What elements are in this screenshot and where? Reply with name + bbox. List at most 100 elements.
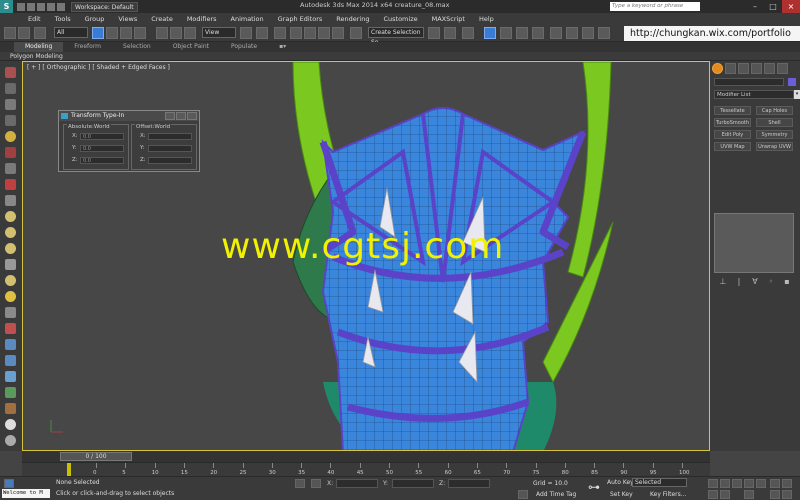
angle-snap-icon[interactable] xyxy=(304,27,316,39)
snap-toggle-icon[interactable] xyxy=(290,27,302,39)
graphite-toolbar-icon[interactable] xyxy=(484,27,496,39)
redo-icon[interactable] xyxy=(18,27,30,39)
tab-populate[interactable]: Populate xyxy=(220,42,268,52)
absolute-mode-icon[interactable] xyxy=(311,479,321,488)
set-key-button[interactable]: Set Key xyxy=(610,491,633,498)
key-selection-dropdown[interactable]: Selected xyxy=(632,478,687,487)
layer-icon[interactable] xyxy=(5,83,16,94)
geometry-icon[interactable] xyxy=(5,147,16,158)
previous-frame-icon[interactable] xyxy=(720,479,730,488)
next-frame-icon[interactable] xyxy=(744,479,754,488)
auto-key-button[interactable]: Auto Key xyxy=(607,479,634,486)
spinner-snap-icon[interactable] xyxy=(332,27,344,39)
menu-item-graph-editors[interactable]: Graph Editors xyxy=(278,15,323,23)
object-name-field[interactable] xyxy=(714,78,784,86)
redo-icon[interactable] xyxy=(57,2,65,11)
dialog-title-bar[interactable]: Transform Type-In xyxy=(59,111,199,121)
rectangular-selection-icon[interactable] xyxy=(120,27,132,39)
unwrap-uvw-button[interactable]: Unwrap UVW xyxy=(756,142,793,151)
go-to-start-icon[interactable] xyxy=(708,479,718,488)
modify-tab-icon[interactable] xyxy=(725,63,736,74)
dialog-close-button[interactable] xyxy=(187,112,197,120)
selection-filter-dropdown[interactable]: All xyxy=(54,27,88,38)
select-by-name-icon[interactable] xyxy=(106,27,118,39)
menu-item-tools[interactable]: Tools xyxy=(55,15,71,23)
tab-selection[interactable]: Selection xyxy=(112,42,162,52)
named-selection-icon[interactable] xyxy=(350,27,362,39)
menu-item-edit[interactable]: Edit xyxy=(28,15,41,23)
foliage-icon[interactable] xyxy=(5,387,16,398)
settings-icon[interactable] xyxy=(5,435,16,446)
display-tab-icon[interactable] xyxy=(764,63,775,74)
absolute-y-field[interactable]: 0.0 xyxy=(80,145,124,152)
search-input[interactable]: Type a keyword or phrase xyxy=(610,2,700,11)
coord-z-field[interactable] xyxy=(448,479,490,488)
tessellate-button[interactable]: Tessellate xyxy=(714,106,751,115)
undo-icon[interactable] xyxy=(47,2,55,11)
add-time-tag-button[interactable]: Add Time Tag xyxy=(536,491,576,498)
motion-tab-icon[interactable] xyxy=(751,63,762,74)
align-icon[interactable] xyxy=(444,27,456,39)
manipulate-icon[interactable] xyxy=(256,27,268,39)
offset-z-field[interactable] xyxy=(148,157,192,164)
move-icon[interactable] xyxy=(156,27,168,39)
cap-holes-button[interactable]: Cap Holes xyxy=(756,106,793,115)
reference-coordinate-dropdown[interactable]: View xyxy=(202,27,236,38)
minimize-button[interactable]: – xyxy=(746,0,764,13)
spacewarps-icon[interactable] xyxy=(5,195,16,206)
lock-selection-icon[interactable] xyxy=(295,479,305,488)
grid-icon[interactable] xyxy=(5,307,16,318)
scale-icon[interactable] xyxy=(184,27,196,39)
open-file-icon[interactable] xyxy=(27,2,35,11)
layer-manager-icon[interactable] xyxy=(462,27,474,39)
uvw-map-button[interactable]: UVW Map xyxy=(714,142,751,151)
named-selection-sets-dropdown[interactable]: Create Selection Se xyxy=(368,27,424,46)
sphere-icon[interactable] xyxy=(5,211,16,222)
create-tab-icon[interactable] xyxy=(712,63,723,74)
maxscript-mini-listener[interactable]: Welcome to M xyxy=(2,489,50,498)
current-frame-field[interactable] xyxy=(720,490,730,499)
menu-item-customize[interactable]: Customize xyxy=(383,15,417,23)
track-bar[interactable]: 0 5 10 15 20 25 30 35 40 45 50 55 60 65 70 75 80 85 90 95 10… xyxy=(22,462,710,477)
percent-snap-icon[interactable] xyxy=(318,27,330,39)
viewport-label[interactable]: [ + ] [ Orthographic ] [ Shaded + Edged … xyxy=(27,64,170,71)
symmetry-button[interactable]: Symmetry xyxy=(756,130,793,139)
keyboard-shortcut-icon[interactable] xyxy=(274,27,286,39)
chevron-down-icon[interactable]: ▾ xyxy=(794,90,800,99)
pin-stack-icon[interactable]: ⊥ xyxy=(718,277,728,287)
shell-button[interactable]: Shell xyxy=(756,118,793,127)
coord-y-field[interactable] xyxy=(392,479,434,488)
list-icon[interactable] xyxy=(5,115,16,126)
helpers-icon[interactable] xyxy=(5,179,16,190)
cylinder-icon[interactable] xyxy=(5,227,16,238)
window-crossing-icon[interactable] xyxy=(134,27,146,39)
bone-icon[interactable] xyxy=(5,323,16,334)
tab-freeform[interactable]: Freeform xyxy=(63,42,112,52)
utilities-tab-icon[interactable] xyxy=(777,63,788,74)
key-filters-button[interactable]: Key Filters... xyxy=(650,491,687,498)
material-editor-icon[interactable] xyxy=(532,27,544,39)
ball-icon[interactable] xyxy=(5,419,16,430)
dynamics-icon[interactable] xyxy=(5,403,16,414)
workspace-selector[interactable]: Workspace: Default xyxy=(71,1,138,12)
undo-icon[interactable] xyxy=(4,27,16,39)
absolute-z-field[interactable]: 0.0 xyxy=(80,157,124,164)
zoom-icon[interactable] xyxy=(770,479,780,488)
ribbon-panel-polygon-modeling[interactable]: Polygon Modeling xyxy=(0,52,800,61)
remove-modifier-icon[interactable]: ◦ xyxy=(766,277,776,287)
character-icon[interactable] xyxy=(5,355,16,366)
rendered-frame-icon[interactable] xyxy=(566,27,578,39)
absolute-x-field[interactable]: 0.0 xyxy=(80,133,124,140)
teapot-icon[interactable] xyxy=(5,275,16,286)
menu-item-animation[interactable]: Animation xyxy=(231,15,264,23)
time-slider[interactable]: 0 / 100 xyxy=(60,452,132,461)
menu-item-help[interactable]: Help xyxy=(479,15,494,23)
render-setup-icon[interactable] xyxy=(550,27,562,39)
menu-item-create[interactable]: Create xyxy=(151,15,173,23)
menu-item-group[interactable]: Group xyxy=(85,15,105,23)
save-file-icon[interactable] xyxy=(37,2,45,11)
menu-item-modifiers[interactable]: Modifiers xyxy=(187,15,217,23)
time-config-icon[interactable] xyxy=(744,490,754,499)
container-icon[interactable] xyxy=(5,67,16,78)
maximize-button[interactable]: □ xyxy=(764,0,782,13)
